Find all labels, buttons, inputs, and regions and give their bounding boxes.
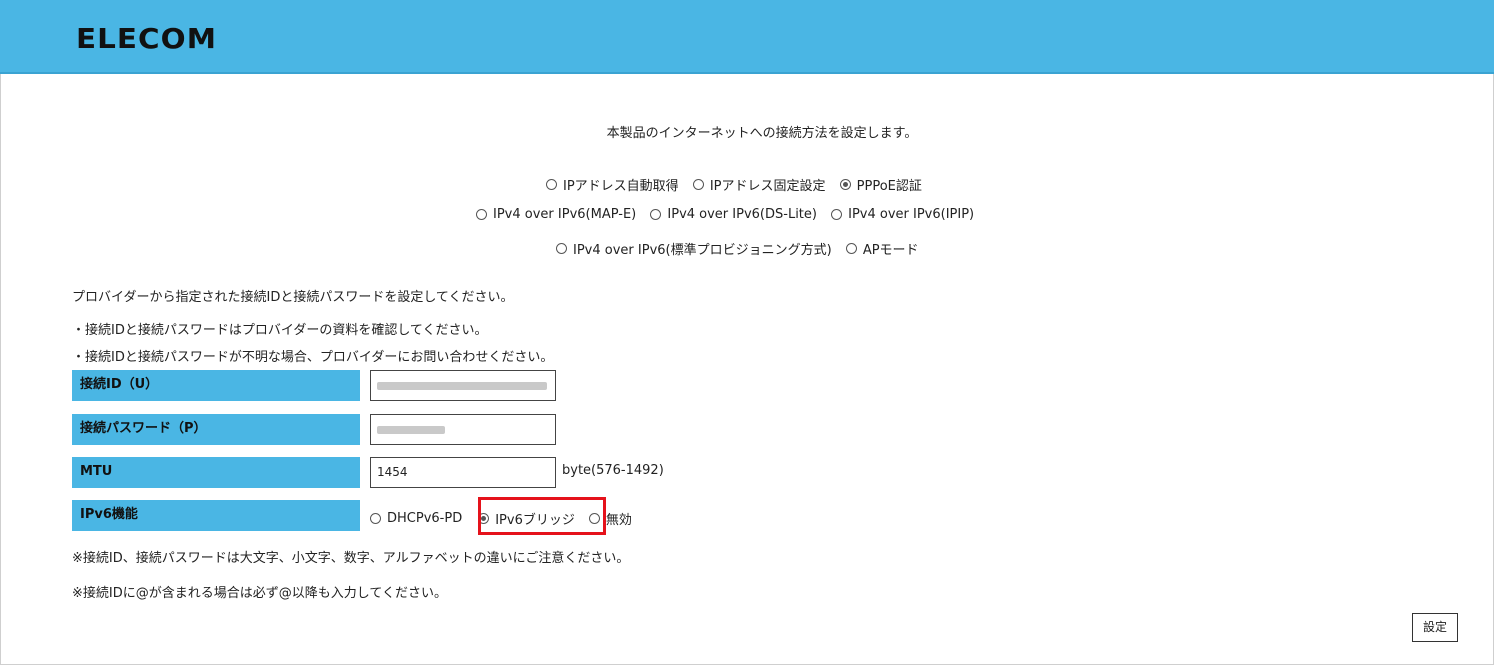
radio-circle-icon[interactable] bbox=[556, 243, 567, 254]
intro-text: 本製品のインターネットへの接続方法を設定します。 bbox=[606, 126, 918, 141]
mtu-label: MTU bbox=[72, 457, 360, 488]
radio-circle-icon[interactable] bbox=[831, 209, 843, 220]
radio-label: APモード bbox=[862, 243, 919, 258]
radio-label: IPv4 over IPv6(標準プロビジョニング方式) bbox=[573, 243, 832, 258]
header-bar: ELECOM bbox=[0, 0, 1494, 74]
radio-checked-icon[interactable] bbox=[839, 179, 851, 190]
instruction-note-1: ・接続IDと接続パスワードはプロバイダーの資料を確認してください。 bbox=[72, 323, 488, 338]
set-button[interactable]: 設定 bbox=[1412, 613, 1458, 642]
radio-label: DHCPv6-PD bbox=[387, 511, 463, 526]
radio-dhcpv6-pd[interactable]: DHCPv6-PD bbox=[370, 511, 462, 526]
radio-ap-mode[interactable]: APモード bbox=[845, 239, 919, 258]
mtu-input[interactable]: 1454 bbox=[370, 457, 556, 488]
footnote-case: ※接続ID、接続パスワードは大文字、小文字、数字、アルファベットの違いにご注意く… bbox=[72, 551, 630, 566]
radio-circle-icon[interactable] bbox=[692, 179, 704, 190]
radio-label: IPv4 over IPv6(MAP-E) bbox=[493, 207, 637, 222]
connection-mode-row-2: IPv4 over IPv6(MAP-E) IPv4 over IPv6(DS-… bbox=[476, 207, 984, 224]
radio-ipip[interactable]: IPv4 over IPv6(IPIP) bbox=[831, 207, 974, 222]
instruction-main: プロバイダーから指定された接続IDと接続パスワードを設定してください。 bbox=[72, 290, 514, 305]
highlight-box bbox=[478, 497, 606, 535]
radio-label: PPPoE認証 bbox=[856, 179, 922, 194]
connection-mode-row-3: IPv4 over IPv6(標準プロビジョニング方式) APモード bbox=[556, 239, 929, 258]
instruction-note-2: ・接続IDと接続パスワードが不明な場合、プロバイダーにお問い合わせください。 bbox=[72, 350, 554, 365]
radio-circle-icon[interactable] bbox=[650, 209, 662, 220]
password-input[interactable] bbox=[370, 414, 556, 445]
connection-mode-row-1: IPアドレス自動取得 IPアドレス固定設定 PPPoE認証 bbox=[546, 175, 932, 194]
radio-circle-icon[interactable] bbox=[845, 243, 857, 254]
radio-pppoe[interactable]: PPPoE認証 bbox=[839, 175, 922, 194]
masked-value bbox=[377, 426, 445, 434]
radio-label: IPv4 over IPv6(DS-Lite) bbox=[667, 207, 817, 222]
radio-label: IPアドレス自動取得 bbox=[563, 179, 679, 194]
masked-value bbox=[377, 382, 547, 390]
radio-circle-icon[interactable] bbox=[476, 209, 487, 220]
password-label: 接続パスワード（P） bbox=[72, 414, 360, 445]
radio-ds-lite[interactable]: IPv4 over IPv6(DS-Lite) bbox=[650, 207, 817, 222]
radio-circle-icon[interactable] bbox=[546, 179, 557, 190]
elecom-logo: ELECOM bbox=[76, 22, 218, 55]
footnote-at: ※接続IDに@が含まれる場合は必ず@以降も入力してください。 bbox=[72, 586, 447, 601]
ipv6-label: IPv6機能 bbox=[72, 500, 360, 531]
radio-label: IPアドレス固定設定 bbox=[709, 179, 826, 194]
radio-standard-provisioning[interactable]: IPv4 over IPv6(標準プロビジョニング方式) bbox=[556, 239, 832, 258]
connection-id-label: 接続ID（U） bbox=[72, 370, 360, 401]
mtu-unit: byte(576-1492) bbox=[562, 463, 664, 478]
radio-label: 無効 bbox=[605, 513, 632, 528]
radio-static-ip[interactable]: IPアドレス固定設定 bbox=[692, 175, 826, 194]
connection-id-input[interactable] bbox=[370, 370, 556, 401]
radio-map-e[interactable]: IPv4 over IPv6(MAP-E) bbox=[476, 207, 636, 222]
radio-label: IPv4 over IPv6(IPIP) bbox=[848, 207, 975, 222]
radio-circle-icon[interactable] bbox=[370, 513, 381, 524]
radio-auto-ip[interactable]: IPアドレス自動取得 bbox=[546, 175, 679, 194]
